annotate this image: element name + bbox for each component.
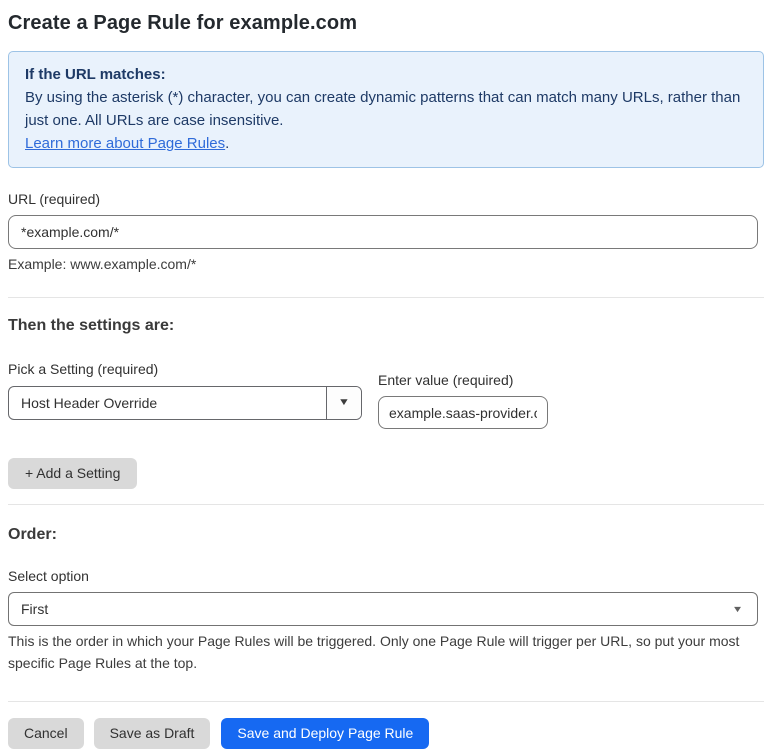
- info-box-heading: If the URL matches:: [25, 66, 166, 83]
- cancel-button[interactable]: Cancel: [8, 718, 84, 749]
- url-match-info-box: If the URL matches: By using the asteris…: [8, 51, 764, 168]
- enter-value-field: Enter value (required): [378, 372, 548, 429]
- settings-row: Pick a Setting (required) Host Header Ov…: [8, 361, 764, 429]
- url-section: URL (required) Example: www.example.com/…: [8, 191, 764, 272]
- save-and-deploy-button[interactable]: Save and Deploy Page Rule: [221, 718, 430, 749]
- settings-section-heading: Then the settings are:: [8, 317, 175, 334]
- order-select-value: First: [21, 601, 49, 617]
- setting-select-arrow-button[interactable]: ▼: [326, 387, 361, 419]
- enter-value-label: Enter value (required): [378, 372, 514, 388]
- divider: [8, 701, 764, 702]
- divider: [8, 297, 764, 298]
- chevron-down-icon: ▼: [731, 604, 744, 614]
- setting-select[interactable]: Host Header Override ▼: [8, 386, 362, 420]
- chevron-down-icon: ▼: [337, 397, 351, 408]
- page-title: Create a Page Rule for example.com: [8, 12, 358, 34]
- url-example-text: Example: www.example.com/*: [8, 256, 197, 272]
- pick-setting-label: Pick a Setting (required): [8, 361, 159, 377]
- divider: [8, 504, 764, 505]
- url-label: URL (required): [8, 191, 101, 207]
- setting-select-value: Host Header Override: [21, 395, 158, 411]
- save-as-draft-button[interactable]: Save as Draft: [93, 718, 211, 749]
- order-select-label: Select option: [8, 568, 89, 584]
- create-page-rule-form: Create a Page Rule for example.com If th…: [0, 0, 772, 749]
- add-setting-button[interactable]: + Add a Setting: [8, 458, 138, 489]
- pick-setting-field: Pick a Setting (required) Host Header Ov…: [8, 361, 362, 420]
- setting-value-input[interactable]: [378, 396, 548, 429]
- learn-more-link[interactable]: Learn more about Page Rules: [25, 135, 225, 152]
- order-section-heading: Order:: [8, 526, 57, 543]
- info-box-body: By using the asterisk (*) character, you…: [25, 89, 741, 129]
- url-input[interactable]: [8, 215, 758, 249]
- order-help-text: This is the order in which your Page Rul…: [8, 633, 740, 671]
- order-select[interactable]: First ▼: [8, 592, 758, 626]
- link-period: .: [225, 135, 230, 152]
- info-link-line: Learn more about Page Rules.: [25, 132, 747, 155]
- footer-buttons: Cancel Save as Draft Save and Deploy Pag…: [8, 718, 764, 749]
